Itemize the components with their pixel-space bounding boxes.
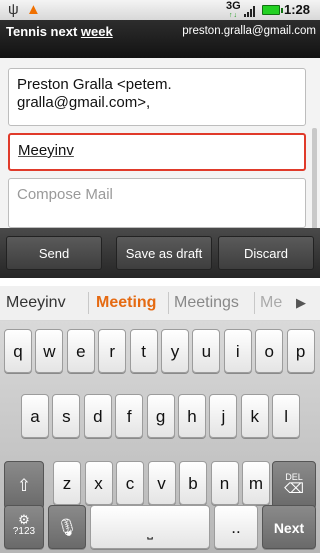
usb-icon: ψ <box>8 1 19 18</box>
compose-area: Preston Gralla <petem. gralla@gmail.com>… <box>0 58 320 238</box>
next-key[interactable]: Next <box>262 505 316 549</box>
data-activity-icon: ↑↓ <box>229 12 238 19</box>
status-bar: ψ ▲ 3G ↑↓ 1:28 <box>0 0 320 20</box>
suggestion-item[interactable]: Meeyinv <box>6 293 66 313</box>
microphone-key[interactable]: 🎙 <box>48 505 86 549</box>
key-e[interactable]: e <box>66 329 95 373</box>
suggestion-strip: Meeyinv Meeting Meetings Me ▶ <box>0 286 320 321</box>
scrollbar[interactable] <box>312 128 317 238</box>
send-button[interactable]: Send <box>6 236 102 270</box>
compose-body[interactable]: Compose Mail <box>8 178 306 228</box>
discard-button[interactable]: Discard <box>218 236 314 270</box>
key-m[interactable]: m <box>242 461 270 505</box>
key-t[interactable]: t <box>129 329 158 373</box>
period-key[interactable]: .. <box>214 505 258 549</box>
key-c[interactable]: c <box>116 461 144 505</box>
to-field[interactable]: Preston Gralla <petem. gralla@gmail.com>… <box>8 68 306 126</box>
key-d[interactable]: d <box>83 394 112 438</box>
key-s[interactable]: s <box>52 394 81 438</box>
key-k[interactable]: k <box>240 394 269 438</box>
suggestion-item[interactable]: Me <box>260 293 282 313</box>
delete-key[interactable]: DEL ⌫ <box>272 461 316 509</box>
battery-icon <box>262 5 283 15</box>
key-r[interactable]: r <box>98 329 127 373</box>
key-w[interactable]: w <box>35 329 64 373</box>
keyboard: qwertyuiop asdfghjkl zxcvbnm ⇧ DEL ⌫ ⚙ ?12… <box>0 321 320 553</box>
key-i[interactable]: i <box>223 329 252 373</box>
key-j[interactable]: j <box>209 394 238 438</box>
key-v[interactable]: v <box>147 461 176 505</box>
key-x[interactable]: x <box>84 461 113 505</box>
warning-icon: ▲ <box>26 1 41 18</box>
key-l[interactable]: l <box>272 394 301 438</box>
key-z[interactable]: z <box>53 461 81 505</box>
key-b[interactable]: b <box>179 461 207 505</box>
divider <box>168 292 169 314</box>
symbols-key[interactable]: ⚙ ?123 <box>4 505 44 549</box>
key-o[interactable]: o <box>255 329 284 373</box>
key-h[interactable]: h <box>178 394 206 438</box>
title-bar: Tennis next week preston.gralla@gmail.co… <box>0 20 320 60</box>
divider <box>254 292 255 314</box>
space-key[interactable]: ⎵ <box>90 505 210 549</box>
suggestion-item-selected[interactable]: Meeting <box>96 293 156 313</box>
key-f[interactable]: f <box>115 394 144 438</box>
play-arrow-icon[interactable]: ▶ <box>296 295 306 311</box>
key-n[interactable]: n <box>210 461 239 505</box>
key-p[interactable]: p <box>286 329 315 373</box>
signal-icon <box>244 5 258 17</box>
action-bar: Send Save as draft Discard <box>0 228 320 278</box>
network-type: 3G <box>226 0 241 12</box>
key-y[interactable]: y <box>161 329 189 373</box>
account-email: preston.gralla@gmail.com <box>182 25 316 37</box>
suggestion-item[interactable]: Meetings <box>174 293 239 313</box>
clock: 1:28 <box>284 2 311 17</box>
key-q[interactable]: q <box>4 329 32 373</box>
divider <box>88 292 89 314</box>
key-u[interactable]: u <box>192 329 221 373</box>
recipient-input[interactable]: Meeyinv <box>8 133 306 171</box>
key-g[interactable]: g <box>146 394 175 438</box>
email-subject: Tennis next week <box>6 24 113 39</box>
shift-key[interactable]: ⇧ <box>4 461 44 509</box>
key-a[interactable]: a <box>21 394 49 438</box>
save-draft-button[interactable]: Save as draft <box>116 236 212 270</box>
